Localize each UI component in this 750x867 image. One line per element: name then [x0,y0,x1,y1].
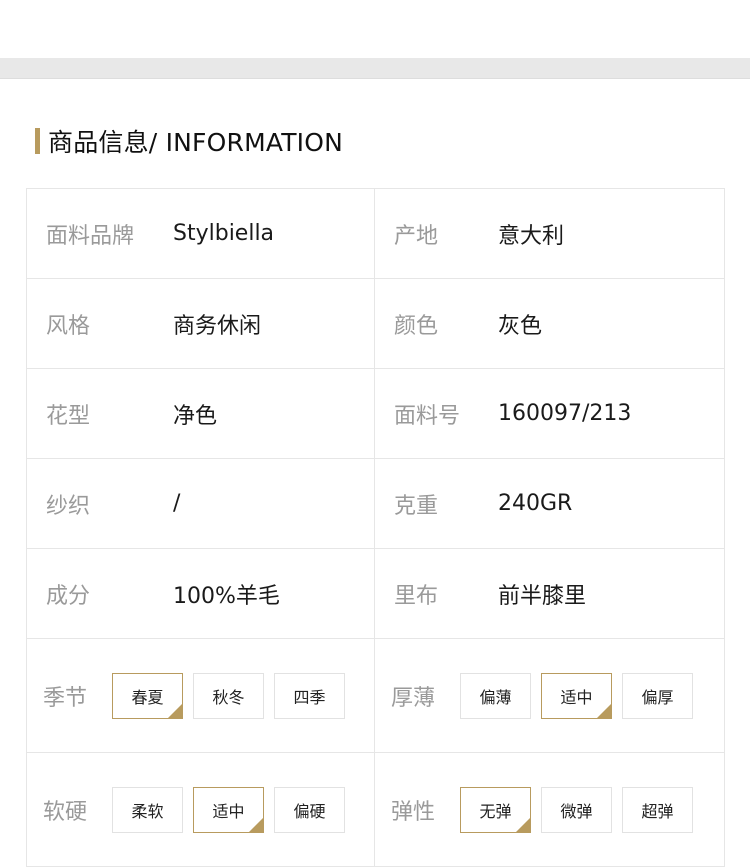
option-label: 弹性 [391,799,436,825]
info-cell-pattern: 花型 净色 [27,369,375,458]
option-chip[interactable]: 微弹 [541,786,612,833]
info-cell-color: 颜色 灰色 [375,279,723,368]
option-label: 季节 [43,685,88,711]
elasticity-options: 无弹 微弹 超弹 [460,786,693,833]
option-cell-season: 季节 春夏 秋冬 四季 [27,639,375,752]
field-label: 纱织 [46,493,91,519]
field-value: 240GR [498,491,573,516]
option-chip[interactable]: 偏厚 [622,672,693,719]
option-row: 软硬 柔软 适中 偏硬 弹性 无弹 微弹 超弹 [27,753,724,867]
field-value: 100%羊毛 [173,583,280,609]
option-cell-elasticity: 弹性 无弹 微弹 超弹 [375,753,723,866]
field-label: 花型 [46,403,91,429]
field-label: 面料品牌 [46,223,135,249]
field-value: / [173,491,181,516]
field-label: 颜色 [394,313,439,339]
section-header: 商品信息/ INFORMATION [35,126,344,157]
field-label: 风格 [46,313,91,339]
option-chip[interactable]: 无弹 [460,786,531,833]
info-cell-style: 风格 商务休闲 [27,279,375,368]
field-label: 里布 [394,583,439,609]
option-chip[interactable]: 适中 [541,672,612,719]
season-options: 春夏 秋冬 四季 [112,672,345,719]
option-chip[interactable]: 超弹 [622,786,693,833]
option-chip[interactable]: 春夏 [112,672,183,719]
option-cell-thickness: 厚薄 偏薄 适中 偏厚 [375,639,723,752]
info-cell-yarn-count: 纱织 / [27,459,375,548]
option-row: 季节 春夏 秋冬 四季 厚薄 偏薄 适中 偏厚 [27,639,724,753]
table-row: 风格 商务休闲 颜色 灰色 [27,279,724,369]
field-value: 净色 [173,403,218,429]
info-cell-origin: 产地 意大利 [375,189,723,278]
field-value: 160097/213 [498,401,632,426]
option-chip[interactable]: 偏硬 [274,786,345,833]
info-cell-weight: 克重 240GR [375,459,723,548]
field-value: Stylbiella [173,221,275,246]
field-label: 面料号 [394,403,461,429]
info-cell-lining: 里布 前半膝里 [375,549,723,638]
option-label: 软硬 [43,799,88,825]
info-cell-fabric-number: 面料号 160097/213 [375,369,723,458]
option-label: 厚薄 [391,685,436,711]
field-value: 商务休闲 [173,313,262,339]
option-chip[interactable]: 柔软 [112,786,183,833]
product-info-table: 面料品牌 Stylbiella 产地 意大利 风格 商务休闲 颜色 灰色 花型 … [26,188,725,867]
info-cell-fabric-brand: 面料品牌 Stylbiella [27,189,375,278]
field-value: 前半膝里 [498,583,587,609]
option-cell-softness: 软硬 柔软 适中 偏硬 [27,753,375,866]
table-row: 花型 净色 面料号 160097/213 [27,369,724,459]
table-row: 纱织 / 克重 240GR [27,459,724,549]
section-divider-band [0,58,750,79]
section-title: 商品信息/ INFORMATION [48,128,344,157]
field-label: 克重 [394,493,439,519]
top-blank-area [0,0,750,58]
info-cell-composition: 成分 100%羊毛 [27,549,375,638]
title-accent-bar [35,128,40,154]
field-value: 灰色 [498,313,543,339]
table-row: 面料品牌 Stylbiella 产地 意大利 [27,189,724,279]
field-label: 成分 [46,583,91,609]
option-chip[interactable]: 四季 [274,672,345,719]
option-chip[interactable]: 秋冬 [193,672,264,719]
option-chip[interactable]: 适中 [193,786,264,833]
table-row: 成分 100%羊毛 里布 前半膝里 [27,549,724,639]
field-value: 意大利 [498,223,565,249]
field-label: 产地 [394,223,439,249]
softness-options: 柔软 适中 偏硬 [112,786,345,833]
thickness-options: 偏薄 适中 偏厚 [460,672,693,719]
option-chip[interactable]: 偏薄 [460,672,531,719]
